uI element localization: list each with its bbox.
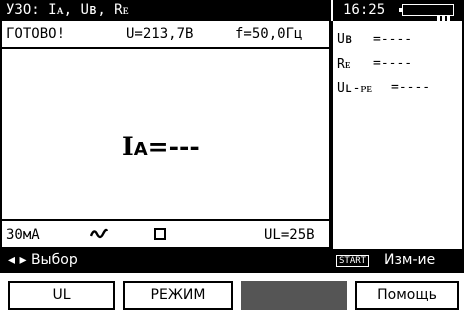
- start-key-label: START: [336, 255, 370, 267]
- help-button[interactable]: Помощь: [355, 281, 459, 310]
- touch-voltage-limit: UL=25В: [264, 227, 315, 243]
- side-label: Uʟ-ᴘᴇ: [337, 81, 373, 96]
- select-hint: ◂ ▸ Выбор: [8, 252, 78, 268]
- clock: 16:25: [343, 2, 386, 18]
- hint-bar: ◂ ▸ Выбор START Изм-ие: [0, 249, 464, 273]
- parameter-row: 30мА UL=25В: [2, 219, 331, 249]
- rated-current: 30мА: [6, 227, 40, 243]
- battery-icon: [399, 4, 454, 22]
- side-value: =----: [391, 80, 431, 95]
- blank-softkey[interactable]: [241, 281, 347, 310]
- battery-level: [435, 7, 450, 22]
- status-text: ГОТОВО!: [6, 26, 66, 42]
- side-results-panel: Uʙ =---- Rᴇ =---- Uʟ-ᴘᴇ =----: [331, 21, 464, 249]
- side-row-ul-pe: Uʟ-ᴘᴇ =----: [337, 80, 430, 96]
- result-label: I: [122, 132, 134, 161]
- frequency-readout: f=50,0Гц: [235, 26, 303, 42]
- side-label: Uʙ: [337, 32, 353, 47]
- status-row: ГОТОВО! U=213,7В f=50,0Гц: [2, 21, 331, 49]
- header-bar: УЗО: Iᴀ, Uʙ, Rᴇ 16:25: [0, 0, 464, 22]
- side-value: =----: [373, 32, 413, 47]
- screen-title: УЗО: Iᴀ, Uʙ, Rᴇ: [6, 2, 129, 18]
- sine-wave-icon: [90, 228, 108, 239]
- voltage-readout: U=213,7В: [126, 26, 194, 42]
- side-label: Rᴇ: [337, 57, 351, 72]
- square-icon: [154, 228, 166, 240]
- measurement-result: IA=---: [122, 132, 200, 161]
- ul-button[interactable]: UL: [8, 281, 115, 310]
- softkey-bar: UL РЕЖИМ Помощь: [0, 273, 464, 313]
- side-row-re: Rᴇ =----: [337, 56, 412, 72]
- result-subscript: A: [133, 139, 148, 160]
- main-panel: ГОТОВО! U=213,7В f=50,0Гц IA=--- 30мА UL…: [0, 21, 331, 249]
- side-row-ub: Uʙ =----: [337, 32, 412, 47]
- change-hint: Изм-ие: [384, 252, 436, 268]
- result-value: =---: [147, 132, 200, 161]
- result-area: IA=---: [2, 49, 331, 219]
- mode-button[interactable]: РЕЖИМ: [123, 281, 233, 310]
- header-divider: [331, 0, 333, 21]
- side-value: =----: [373, 56, 413, 71]
